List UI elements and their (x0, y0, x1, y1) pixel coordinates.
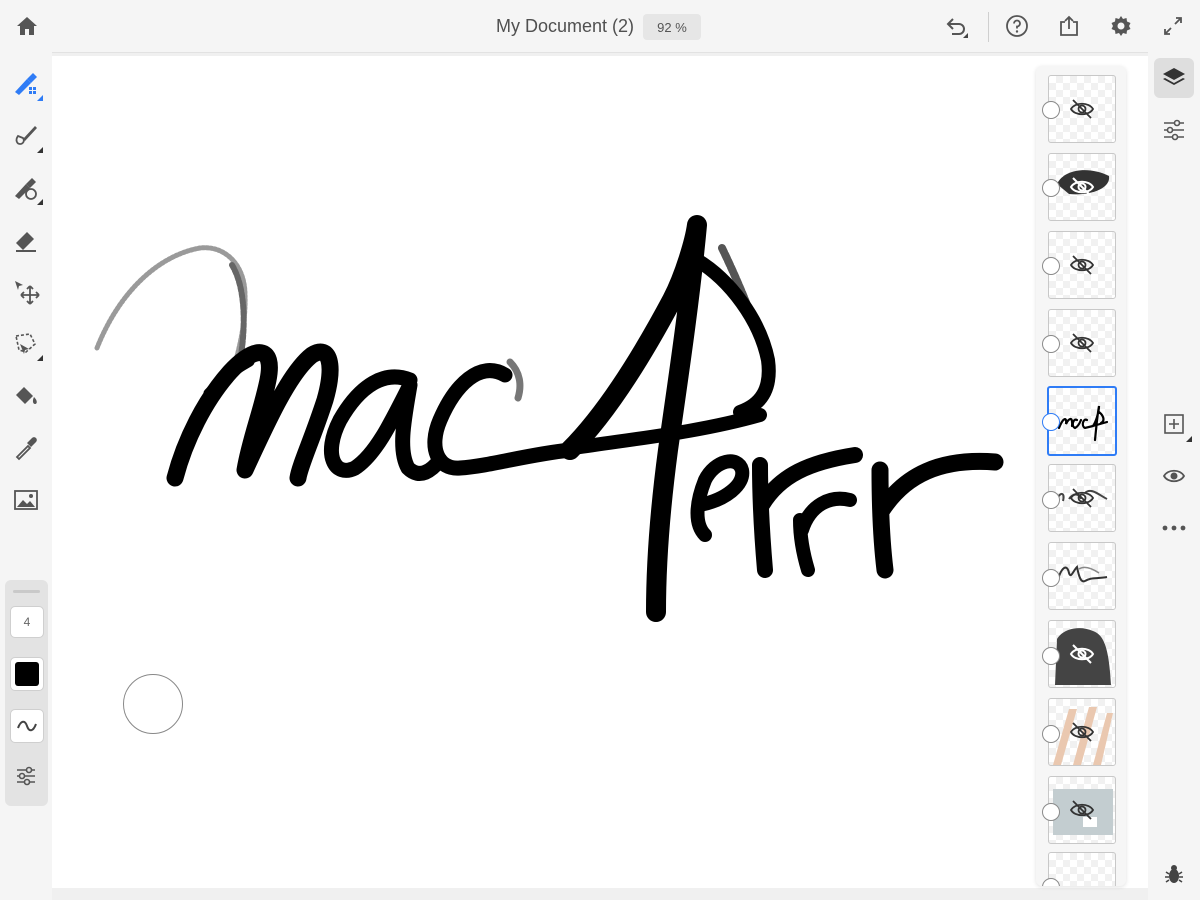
layer-drag-handle[interactable] (1042, 803, 1060, 821)
layer-drag-handle[interactable] (1042, 569, 1060, 587)
move-transform-icon[interactable] (8, 274, 44, 310)
flow-icon[interactable] (10, 709, 44, 743)
layer-drag-handle[interactable] (1042, 335, 1060, 353)
layers-panel (1036, 66, 1126, 886)
hidden-eye-icon[interactable] (1069, 799, 1095, 821)
eraser-icon[interactable] (8, 222, 44, 258)
right-rail (1148, 52, 1200, 900)
toolbar-divider (988, 12, 989, 42)
fill-icon[interactable] (8, 378, 44, 414)
zoom-level[interactable]: 92 % (643, 14, 701, 40)
visibility-icon[interactable] (1154, 456, 1194, 496)
layer-drag-handle[interactable] (1042, 179, 1060, 197)
hidden-eye-icon[interactable] (1069, 721, 1095, 743)
document-title[interactable]: My Document (2) (470, 16, 660, 37)
hidden-eye-icon[interactable] (1069, 487, 1095, 509)
brush-cursor-preview (123, 674, 183, 734)
more-icon[interactable] (1154, 508, 1194, 548)
drawing-canvas[interactable] (52, 56, 1148, 888)
layer-drag-handle[interactable] (1042, 257, 1060, 275)
undo-icon[interactable] (941, 10, 973, 42)
layer-drag-handle[interactable] (1042, 647, 1060, 665)
eyedropper-icon[interactable] (8, 430, 44, 466)
help-icon[interactable] (1001, 10, 1033, 42)
pixel-brush-icon[interactable] (8, 66, 44, 102)
layers-icon[interactable] (1154, 58, 1194, 98)
calligraphy-artwork (94, 215, 1004, 622)
live-brush-icon[interactable] (8, 118, 44, 154)
bug-icon[interactable] (1154, 854, 1194, 894)
brush-color-chip (15, 662, 39, 686)
layer-drag-handle[interactable] (1042, 101, 1060, 119)
layer-drag-handle[interactable] (1042, 413, 1060, 431)
panel-drag-handle[interactable] (13, 590, 40, 593)
settings-icon[interactable] (1105, 10, 1137, 42)
properties-icon[interactable] (1154, 110, 1194, 150)
hidden-eye-icon[interactable] (1069, 643, 1095, 665)
top-bar: My Document (2) 92 % (0, 0, 1200, 53)
brush-color-swatch[interactable] (10, 657, 44, 691)
home-icon[interactable] (11, 10, 43, 42)
fullscreen-icon[interactable] (1157, 10, 1189, 42)
hidden-eye-icon[interactable] (1069, 332, 1095, 354)
layer-drag-handle[interactable] (1042, 725, 1060, 743)
image-icon[interactable] (8, 482, 44, 518)
brush-panel: 4 (5, 580, 48, 806)
layer-drag-handle[interactable] (1042, 491, 1060, 509)
hidden-eye-icon[interactable] (1069, 98, 1095, 120)
brush-size-value[interactable]: 4 (10, 606, 44, 638)
lasso-icon[interactable] (8, 326, 44, 362)
mixer-brush-icon[interactable] (8, 170, 44, 206)
hidden-eye-icon[interactable] (1069, 254, 1095, 276)
share-icon[interactable] (1053, 10, 1085, 42)
hidden-eye-icon[interactable] (1069, 176, 1095, 198)
add-layer-icon[interactable] (1154, 404, 1194, 444)
brush-settings-icon[interactable] (13, 763, 39, 789)
